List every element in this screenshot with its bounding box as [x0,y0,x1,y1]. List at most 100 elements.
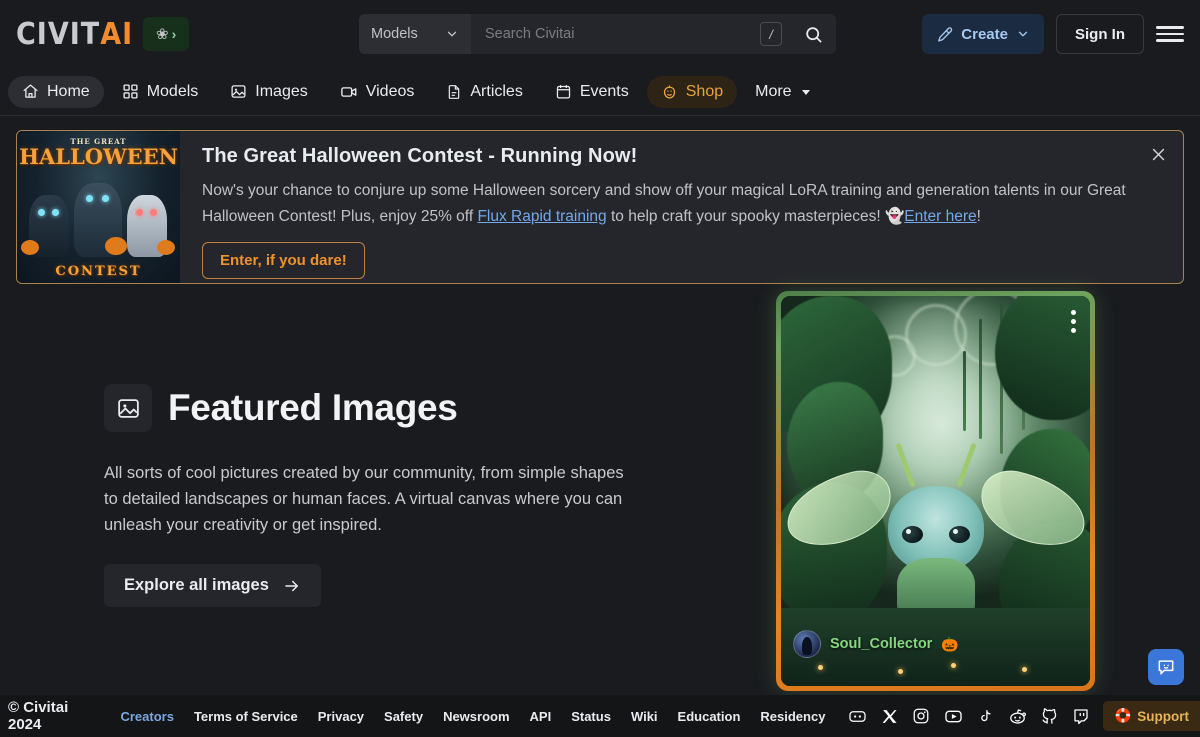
nav-item-images[interactable]: Images [216,76,321,108]
poster-title-bottom: CONTEST [55,264,142,279]
enter-here-link[interactable]: Enter here [904,208,976,225]
footer-link-creators[interactable]: Creators [110,709,183,724]
lifebuoy-icon: 🛟 [1114,708,1132,723]
featured-header: Featured Images [104,384,706,432]
nav-label: Videos [365,82,415,100]
site-footer: © Civitai 2024 Creators Terms of Service… [0,695,1200,737]
nav-item-more[interactable]: More [741,76,825,108]
search-category-label: Models [371,26,418,42]
sign-in-label: Sign In [1075,25,1125,43]
twitch-icon[interactable] [1067,702,1095,730]
fairy-creature [781,434,1090,624]
video-icon [340,83,358,101]
flux-rapid-training-link[interactable]: Flux Rapid training [477,208,606,225]
hamburger-menu-icon[interactable] [1156,20,1184,48]
nav-item-videos[interactable]: Videos [326,76,429,108]
nav-label: Articles [470,82,523,100]
chat-smiley-icon [1158,660,1174,675]
search-bar: Models / [359,14,836,54]
explore-button-label: Explore all images [124,576,269,595]
create-button[interactable]: Create [922,14,1044,54]
footer-link-privacy[interactable]: Privacy [308,709,374,724]
nav-label: Models [146,82,199,100]
banner-content: The Great Halloween Contest - Running No… [180,131,1183,283]
sign-in-button[interactable]: Sign In [1056,14,1144,54]
chevron-right-icon: › [171,26,177,42]
logo-civit-text: CIVIT [16,16,101,52]
main-content: Featured Images All sorts of cool pictur… [0,284,1200,691]
footer-link-safety[interactable]: Safety [374,709,433,724]
banner-description: Now's your chance to conjure up some Hal… [202,178,1163,229]
image-icon [104,384,152,432]
github-icon[interactable] [1035,702,1063,730]
forest-creature-artwork [781,296,1090,686]
site-header: CIVITAI ❀ › Models / Create Sign In [0,0,1200,68]
footer-link-wiki[interactable]: Wiki [621,709,668,724]
nav-item-home[interactable]: Home [8,75,104,108]
brush-icon [938,26,953,42]
footer-link-education[interactable]: Education [668,709,751,724]
logo-ai-text: AI [100,16,134,52]
nav-item-models[interactable]: Models [108,76,213,108]
grid-icon [122,83,139,100]
youtube-icon[interactable] [939,702,967,730]
x-twitter-icon[interactable] [875,702,903,730]
nav-item-articles[interactable]: Articles [432,76,536,108]
reddit-icon[interactable] [1003,702,1031,730]
featured-image[interactable]: Soul_Collector 🎃 [781,296,1090,686]
three-dots-vertical-icon[interactable] [1071,310,1076,333]
chevron-down-icon [1018,31,1028,37]
discord-icon[interactable] [843,702,871,730]
footer-link-residency[interactable]: Residency [750,709,835,724]
nav-label: More [755,82,792,100]
footer-link-terms-of-service[interactable]: Terms of Service [184,709,308,724]
search-input[interactable] [471,14,760,54]
nav-item-shop[interactable]: Shop [646,75,738,108]
pumpkin-icon [661,83,678,100]
banner-poster-image: THE GREAT HALLOWEEN CONTEST [17,131,180,283]
search-submit-button[interactable] [790,14,836,54]
nav-item-events[interactable]: Events [541,76,643,108]
pumpkin-badge-icon: 🎃 [941,635,959,652]
logo-badge[interactable]: ❀ › [143,17,190,51]
close-icon[interactable] [1147,143,1169,165]
logo-text: CIVIT AI [16,17,133,52]
featured-description: All sorts of cool pictures created by ou… [104,464,624,535]
featured-image-card[interactable]: Soul_Collector 🎃 [776,291,1095,691]
home-icon [22,83,39,100]
enter-contest-button[interactable]: Enter, if you dare! [202,242,365,280]
chevron-down-icon [447,31,457,37]
image-icon [230,83,247,100]
header-actions: Create Sign In [922,14,1184,54]
avatar[interactable] [793,630,821,658]
search-category-select[interactable]: Models [359,14,471,54]
site-logo[interactable]: CIVIT AI ❀ › [16,17,190,52]
promo-banner: THE GREAT HALLOWEEN CONTEST The Great Ha… [16,130,1184,284]
explore-all-images-button[interactable]: Explore all images [104,564,321,608]
banner-text-part2: to help craft your spooky masterpieces! … [606,207,905,225]
support-button[interactable]: 🛟 Support [1103,701,1200,731]
banner-text-part3: ! [976,207,981,225]
footer-link-newsroom[interactable]: Newsroom [433,709,519,724]
support-button-label: Support [1137,708,1189,724]
nav-label: Images [255,82,308,100]
footer-link-api[interactable]: API [520,709,562,724]
tiktok-icon[interactable] [971,702,999,730]
document-icon [446,84,462,100]
card-username[interactable]: Soul_Collector [830,636,932,652]
search-icon [805,26,821,42]
footer-link-status[interactable]: Status [561,709,621,724]
poster-title-main: HALLOWEEN [19,144,178,169]
copyright-text: © Civitai 2024 [8,699,69,733]
card-user-info[interactable]: Soul_Collector 🎃 [793,630,959,658]
chevron-down-icon [800,86,812,98]
nav-label: Events [579,82,629,100]
calendar-icon [555,83,572,100]
arrow-right-icon [283,577,301,595]
banner-title: The Great Halloween Contest - Running No… [202,145,638,167]
social-links [843,702,1095,730]
instagram-icon[interactable] [907,702,935,730]
chat-support-button[interactable] [1148,649,1184,685]
poster-title: THE GREAT HALLOWEEN [17,137,180,168]
nav-label: Shop [685,82,724,100]
